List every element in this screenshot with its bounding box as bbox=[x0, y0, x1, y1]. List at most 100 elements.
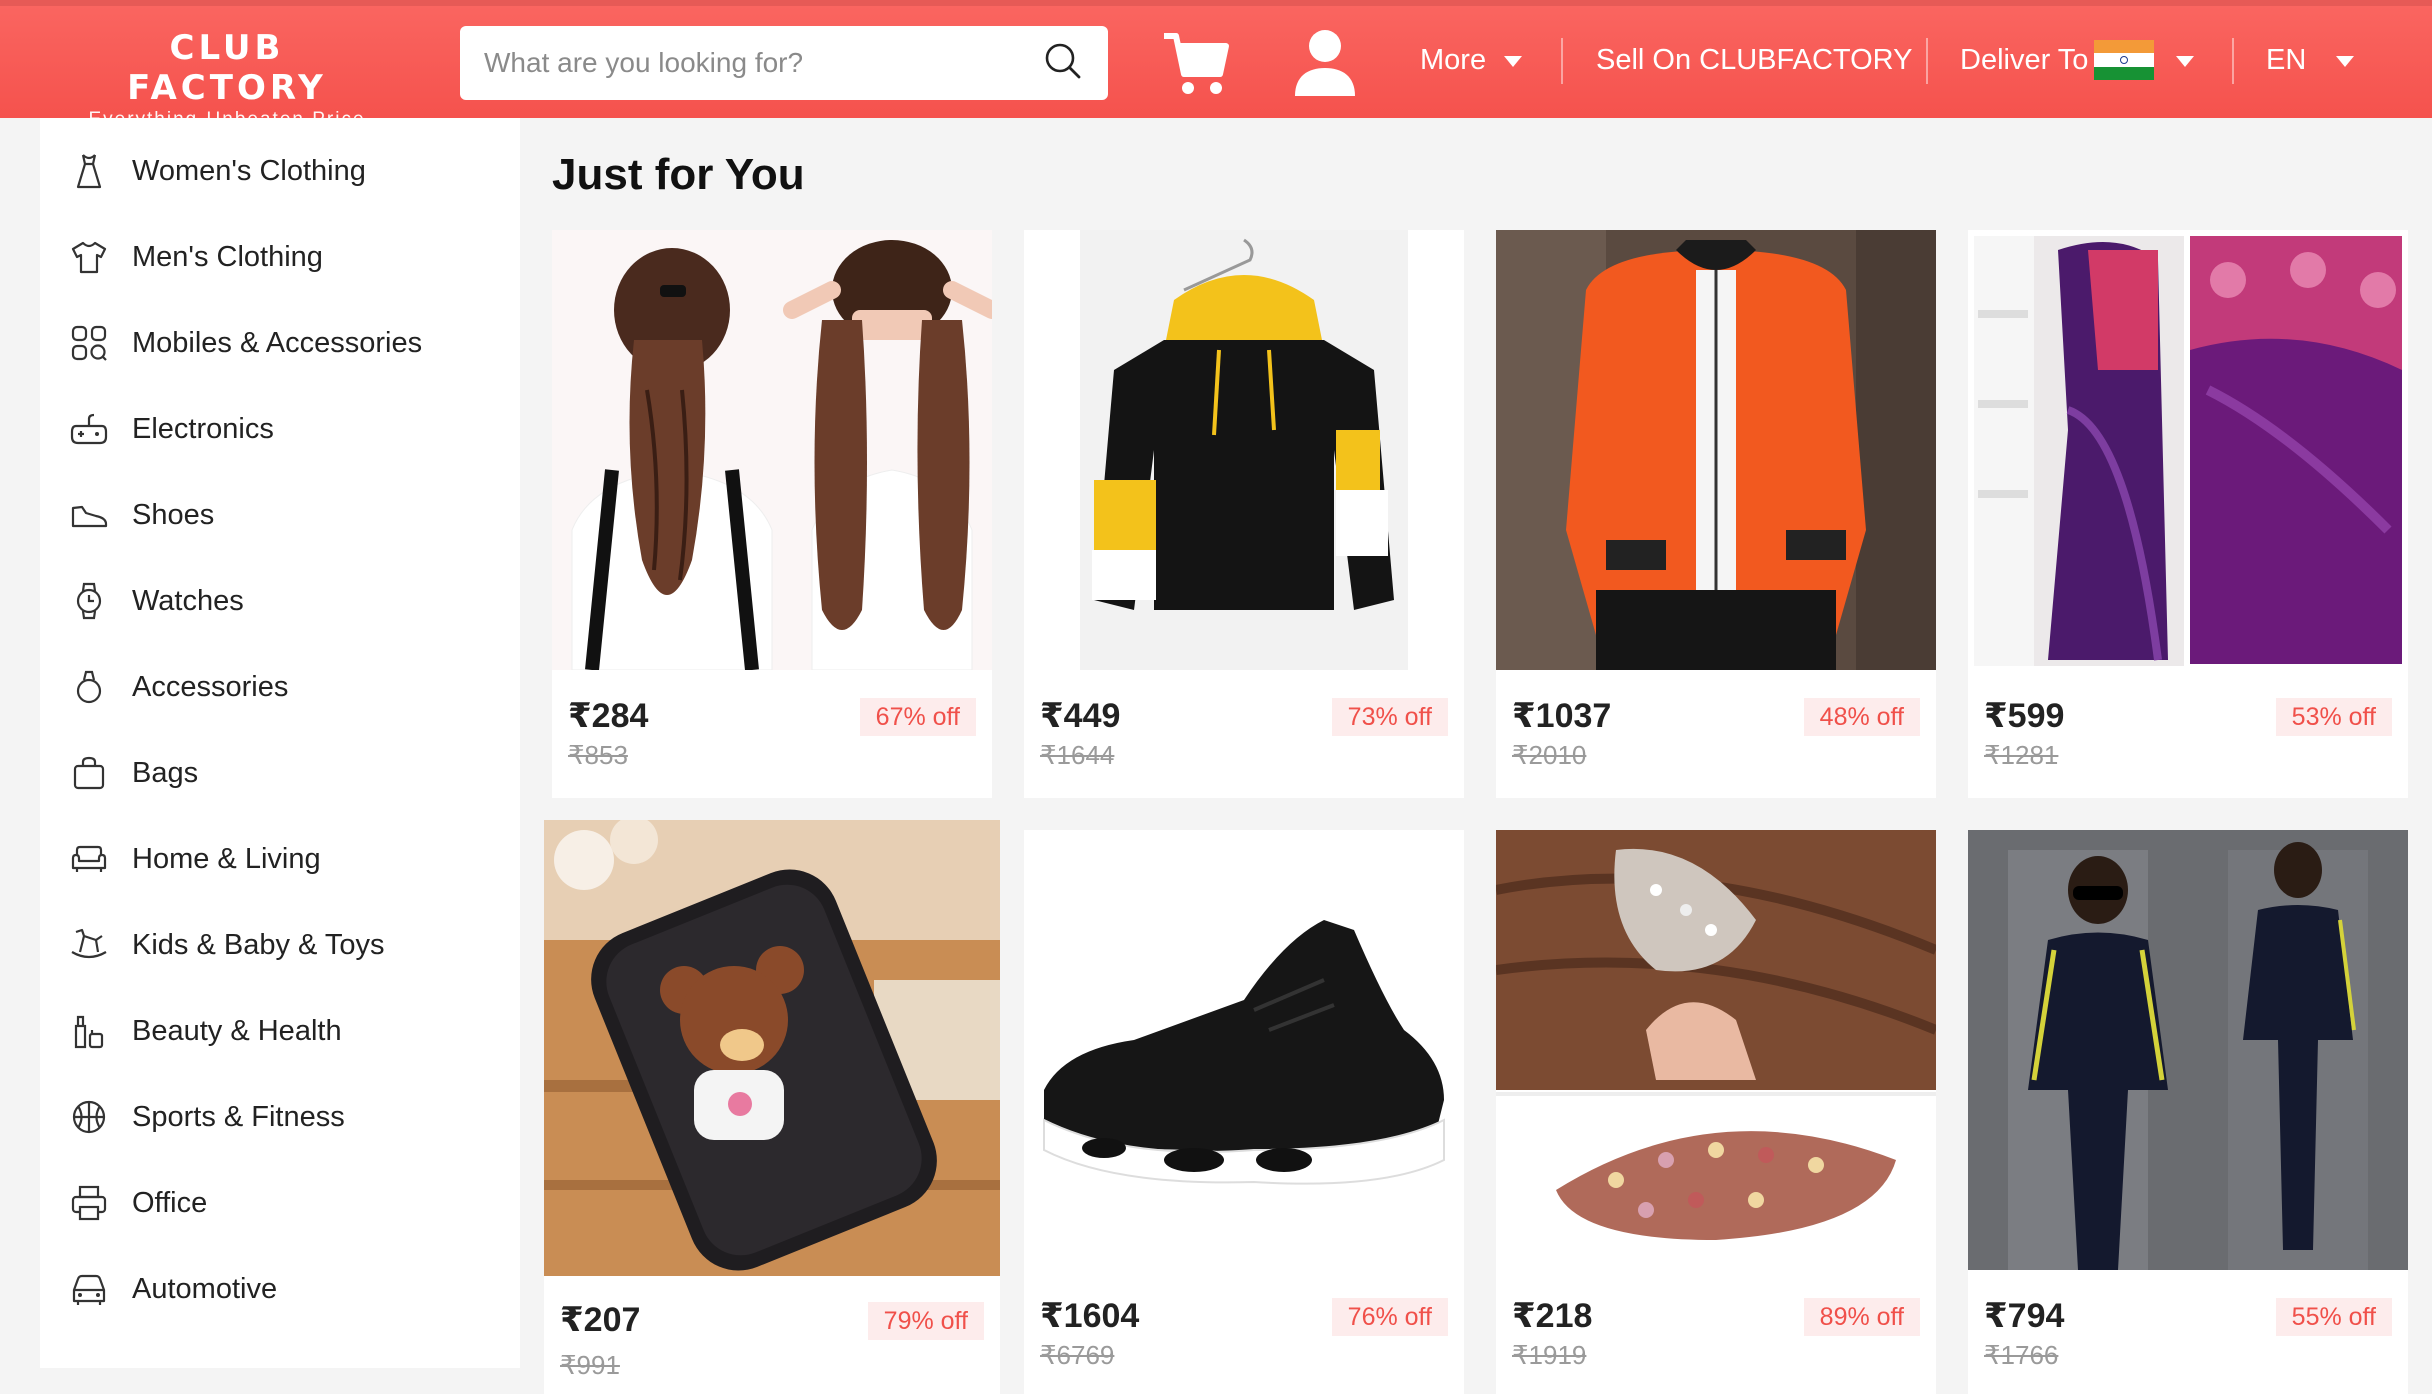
sidebar-item-label: Electronics bbox=[132, 413, 274, 445]
more-chevron-down-icon[interactable] bbox=[1504, 56, 1522, 67]
product-image[interactable] bbox=[1496, 830, 1936, 1270]
product-original-price: ₹1919 bbox=[1512, 1340, 1587, 1370]
bag-icon bbox=[73, 756, 105, 790]
sidebar-item-beauty-health[interactable]: Beauty & Health bbox=[40, 988, 520, 1074]
sidebar-item-label: Automotive bbox=[132, 1273, 278, 1305]
product-original-price: ₹1644 bbox=[1040, 740, 1115, 770]
sidebar-item-sports-fitness[interactable]: Sports & Fitness bbox=[40, 1074, 520, 1160]
product-card[interactable]: ₹1604 ₹6769 76% off bbox=[1024, 830, 1464, 1394]
product-original-price: ₹2010 bbox=[1512, 740, 1587, 770]
watch-icon bbox=[76, 582, 102, 620]
search-box bbox=[460, 26, 1108, 100]
car-icon bbox=[72, 1274, 106, 1305]
sidebar-item-label: Kids & Baby & Toys bbox=[132, 929, 385, 961]
sidebar-item-label: Sports & Fitness bbox=[132, 1101, 345, 1133]
header-divider bbox=[1561, 38, 1563, 84]
printer-icon bbox=[71, 1185, 107, 1221]
product-image[interactable] bbox=[1968, 230, 2408, 670]
product-price: ₹1604 bbox=[1040, 1297, 1140, 1335]
product-card[interactable]: ₹1037 ₹2010 48% off bbox=[1496, 230, 1936, 798]
sidebar-item-automotive[interactable]: Automotive bbox=[40, 1246, 520, 1332]
dress-icon bbox=[76, 154, 102, 189]
basketball-icon bbox=[72, 1100, 106, 1134]
sidebar-item-kids-baby-toys[interactable]: Kids & Baby & Toys bbox=[40, 902, 520, 988]
sidebar-item-shoes[interactable]: Shoes bbox=[40, 472, 520, 558]
product-image[interactable] bbox=[1024, 830, 1464, 1270]
product-original-price: ₹1766 bbox=[1984, 1340, 2059, 1370]
sidebar-item-label: Bags bbox=[132, 757, 199, 789]
discount-badge: 76% off bbox=[1331, 1298, 1448, 1336]
india-flag-icon[interactable] bbox=[2094, 40, 2154, 80]
product-price: ₹599 bbox=[1984, 697, 2065, 735]
sidebar-item-label: Watches bbox=[132, 585, 244, 617]
sidebar-item-office[interactable]: Office bbox=[40, 1160, 520, 1246]
tshirt-icon bbox=[71, 241, 107, 274]
search-icon[interactable] bbox=[1044, 42, 1082, 80]
sidebar-item-accessories[interactable]: Accessories bbox=[40, 644, 520, 730]
sidebar-item-bags[interactable]: Bags bbox=[40, 730, 520, 816]
product-card[interactable]: ₹284 ₹853 67% off bbox=[552, 230, 992, 798]
sidebar-item-mobiles-accessories[interactable]: Mobiles & Accessories bbox=[40, 300, 520, 386]
deliver-to-menu[interactable]: Deliver To bbox=[1960, 42, 2088, 78]
product-image[interactable] bbox=[544, 820, 1000, 1276]
sidebar-item-womens-clothing[interactable]: Women's Clothing bbox=[40, 128, 520, 214]
language-selector[interactable]: EN bbox=[2266, 42, 2306, 78]
category-sidebar: Women's Clothing Men's Clothing Mobiles … bbox=[40, 118, 520, 1368]
product-image[interactable] bbox=[552, 230, 992, 670]
product-image[interactable] bbox=[1024, 230, 1464, 670]
product-original-price: ₹991 bbox=[560, 1350, 620, 1380]
product-card[interactable]: ₹218 ₹1919 89% off bbox=[1496, 830, 1936, 1394]
sidebar-item-label: Beauty & Health bbox=[132, 1015, 342, 1047]
product-original-price: ₹6769 bbox=[1040, 1340, 1115, 1370]
sofa-icon bbox=[71, 845, 107, 872]
product-price: ₹1037 bbox=[1512, 697, 1612, 735]
sidebar-item-label: Mobiles & Accessories bbox=[132, 327, 423, 359]
language-chevron-down-icon[interactable] bbox=[2336, 56, 2354, 67]
discount-badge: 48% off bbox=[1803, 698, 1920, 736]
sidebar-item-label: Shoes bbox=[132, 499, 215, 531]
sidebar-item-mens-clothing[interactable]: Men's Clothing bbox=[40, 214, 520, 300]
header-divider bbox=[1926, 38, 1928, 84]
section-title: Just for You bbox=[552, 150, 805, 199]
cosmetics-icon bbox=[74, 1015, 104, 1049]
sidebar-item-label: Home & Living bbox=[132, 843, 321, 875]
sidebar-item-label: Office bbox=[132, 1187, 208, 1219]
logo-title: CLUB FACTORY bbox=[127, 28, 327, 108]
ring-icon bbox=[76, 670, 102, 704]
product-price: ₹794 bbox=[1984, 1297, 2065, 1335]
discount-badge: 89% off bbox=[1803, 1298, 1920, 1336]
sidebar-item-home-living[interactable]: Home & Living bbox=[40, 816, 520, 902]
discount-badge: 79% off bbox=[867, 1302, 984, 1340]
cart-icon[interactable] bbox=[1162, 30, 1230, 96]
shoe-icon bbox=[71, 505, 108, 528]
product-price: ₹218 bbox=[1512, 1297, 1593, 1335]
sidebar-item-label: Men's Clothing bbox=[132, 241, 323, 273]
gamepad-icon bbox=[70, 413, 108, 445]
product-card[interactable]: ₹794 ₹1766 55% off bbox=[1968, 830, 2408, 1394]
more-menu[interactable]: More bbox=[1420, 42, 1486, 78]
discount-badge: 67% off bbox=[859, 698, 976, 736]
product-card[interactable]: ₹207 ₹991 79% off bbox=[544, 820, 1000, 1394]
header-divider bbox=[2232, 38, 2234, 84]
user-account-icon[interactable] bbox=[1292, 28, 1358, 98]
product-original-price: ₹1281 bbox=[1984, 740, 2059, 770]
club-factory-logo[interactable]: CLUB FACTORY Everything·Unbeaten Price bbox=[62, 28, 392, 132]
apps-grid-icon bbox=[71, 325, 107, 361]
sidebar-item-watches[interactable]: Watches bbox=[40, 558, 520, 644]
sell-on-clubfactory-link[interactable]: Sell On CLUBFACTORY bbox=[1596, 42, 1912, 78]
product-price: ₹284 bbox=[568, 697, 649, 735]
discount-badge: 73% off bbox=[1331, 698, 1448, 736]
product-image[interactable] bbox=[1968, 830, 2408, 1270]
rocking-horse-icon bbox=[71, 928, 107, 959]
product-price: ₹449 bbox=[1040, 697, 1121, 735]
product-card[interactable]: ₹449 ₹1644 73% off bbox=[1024, 230, 1464, 798]
sidebar-item-electronics[interactable]: Electronics bbox=[40, 386, 520, 472]
sidebar-item-label: Accessories bbox=[132, 671, 289, 703]
product-original-price: ₹853 bbox=[568, 740, 628, 770]
product-image[interactable] bbox=[1496, 230, 1936, 670]
deliver-chevron-down-icon[interactable] bbox=[2176, 56, 2194, 67]
product-price: ₹207 bbox=[560, 1301, 641, 1339]
discount-badge: 55% off bbox=[2275, 1298, 2392, 1336]
search-input[interactable] bbox=[460, 26, 1020, 100]
product-card[interactable]: ₹599 ₹1281 53% off bbox=[1968, 230, 2408, 798]
